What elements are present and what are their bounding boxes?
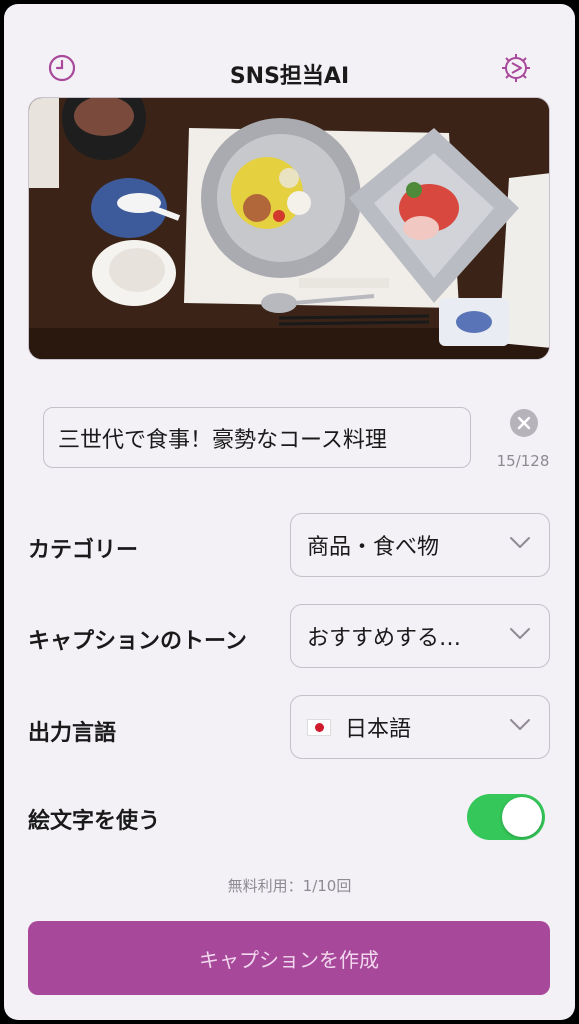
tone-select[interactable]: おすすめする… bbox=[290, 604, 550, 668]
chevron-down-icon bbox=[510, 537, 530, 548]
settings-gear-icon[interactable] bbox=[499, 51, 533, 85]
toggle-knob bbox=[502, 797, 542, 837]
food-photo[interactable] bbox=[28, 97, 550, 360]
category-value: 商品・食べ物 bbox=[307, 535, 440, 560]
app-screen: SNS担当AI 三世代で食事！豪勢なコース料理 15/128 カテゴリー 商品・… bbox=[4, 4, 575, 1020]
tone-value: おすすめする… bbox=[307, 626, 462, 651]
page-title: SNS担当AI bbox=[229, 64, 350, 89]
create-caption-button[interactable]: キャプションを作成 bbox=[28, 921, 550, 995]
chevron-down-icon bbox=[510, 628, 530, 639]
header: SNS担当AI bbox=[4, 4, 575, 104]
food-photo-image bbox=[29, 98, 549, 359]
emoji-toggle[interactable] bbox=[467, 794, 545, 840]
category-select[interactable]: 商品・食べ物 bbox=[290, 513, 550, 577]
language-value: 日本語 bbox=[345, 717, 412, 742]
clear-text-icon[interactable] bbox=[510, 409, 538, 437]
emoji-label: 絵文字を使う bbox=[28, 809, 161, 834]
usage-counter: 無料利用：1/10回 bbox=[227, 877, 352, 895]
chevron-down-icon bbox=[510, 719, 530, 730]
language-select[interactable]: 日本語 bbox=[290, 695, 550, 759]
tone-label: キャプションのトーン bbox=[28, 629, 247, 654]
language-label: 出力言語 bbox=[28, 721, 117, 746]
post-title-input[interactable] bbox=[43, 407, 471, 468]
japan-flag-icon bbox=[307, 718, 331, 736]
character-counter: 15/128 bbox=[496, 452, 550, 470]
category-label: カテゴリー bbox=[28, 538, 139, 563]
